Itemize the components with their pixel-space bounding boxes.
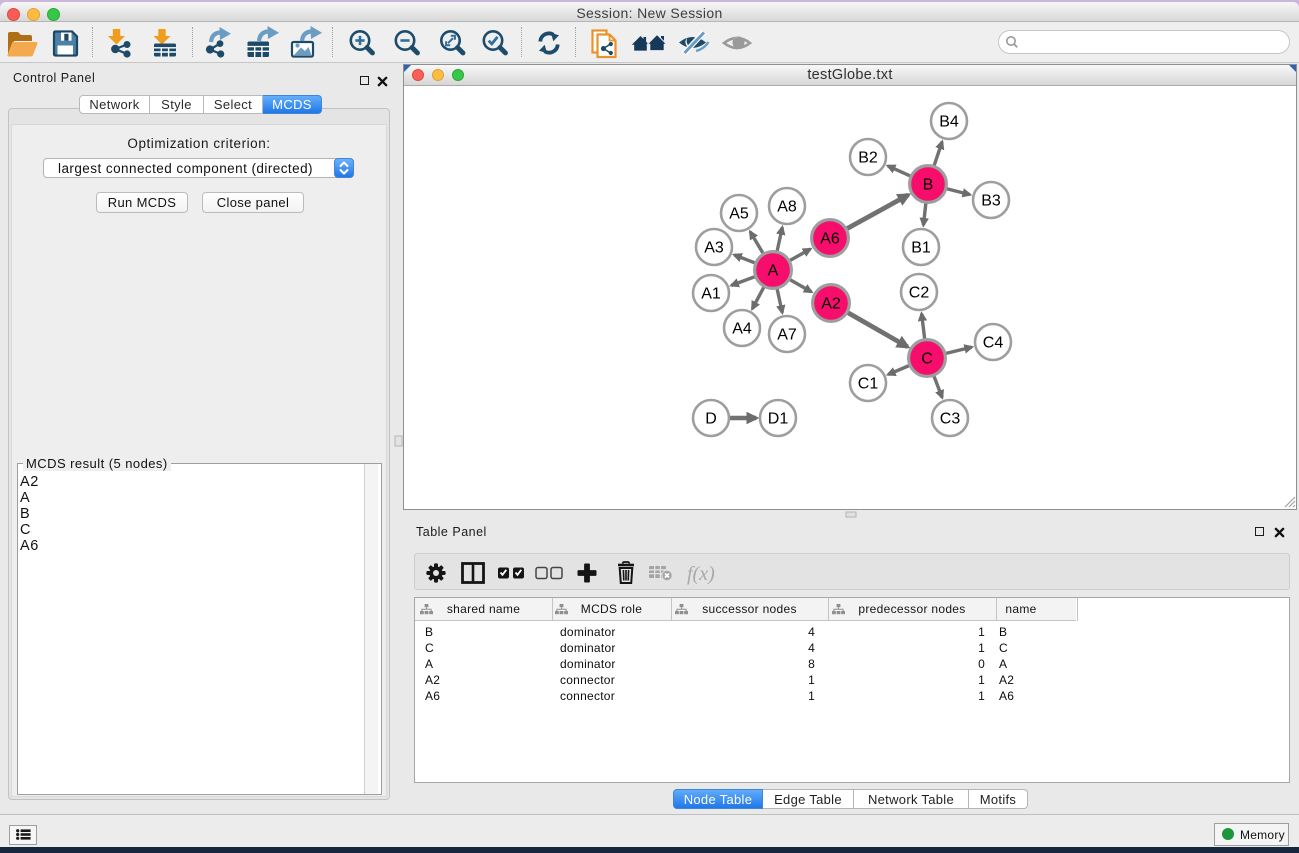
svg-text:C4: C4 [983, 335, 1004, 352]
svg-text:B1: B1 [911, 240, 931, 257]
svg-text:A2: A2 [821, 296, 841, 313]
svg-text:C: C [921, 351, 933, 368]
svg-text:B3: B3 [981, 193, 1001, 210]
svg-text:D1: D1 [768, 411, 789, 428]
svg-text:B2: B2 [858, 150, 878, 167]
svg-text:C3: C3 [940, 411, 961, 428]
svg-text:B: B [923, 177, 934, 194]
svg-text:A8: A8 [777, 199, 797, 216]
svg-text:f(x): f(x) [687, 563, 715, 585]
svg-text:D: D [705, 411, 717, 428]
svg-text:C2: C2 [909, 285, 930, 302]
svg-text:A4: A4 [732, 321, 752, 338]
svg-text:B4: B4 [939, 114, 959, 131]
svg-text:C1: C1 [858, 376, 879, 393]
svg-text:A6: A6 [820, 231, 840, 248]
svg-text:A3: A3 [704, 240, 724, 257]
svg-text:A5: A5 [729, 206, 749, 223]
svg-text:A: A [768, 263, 779, 280]
svg-text:A1: A1 [701, 286, 721, 303]
svg-text:A7: A7 [777, 327, 797, 344]
